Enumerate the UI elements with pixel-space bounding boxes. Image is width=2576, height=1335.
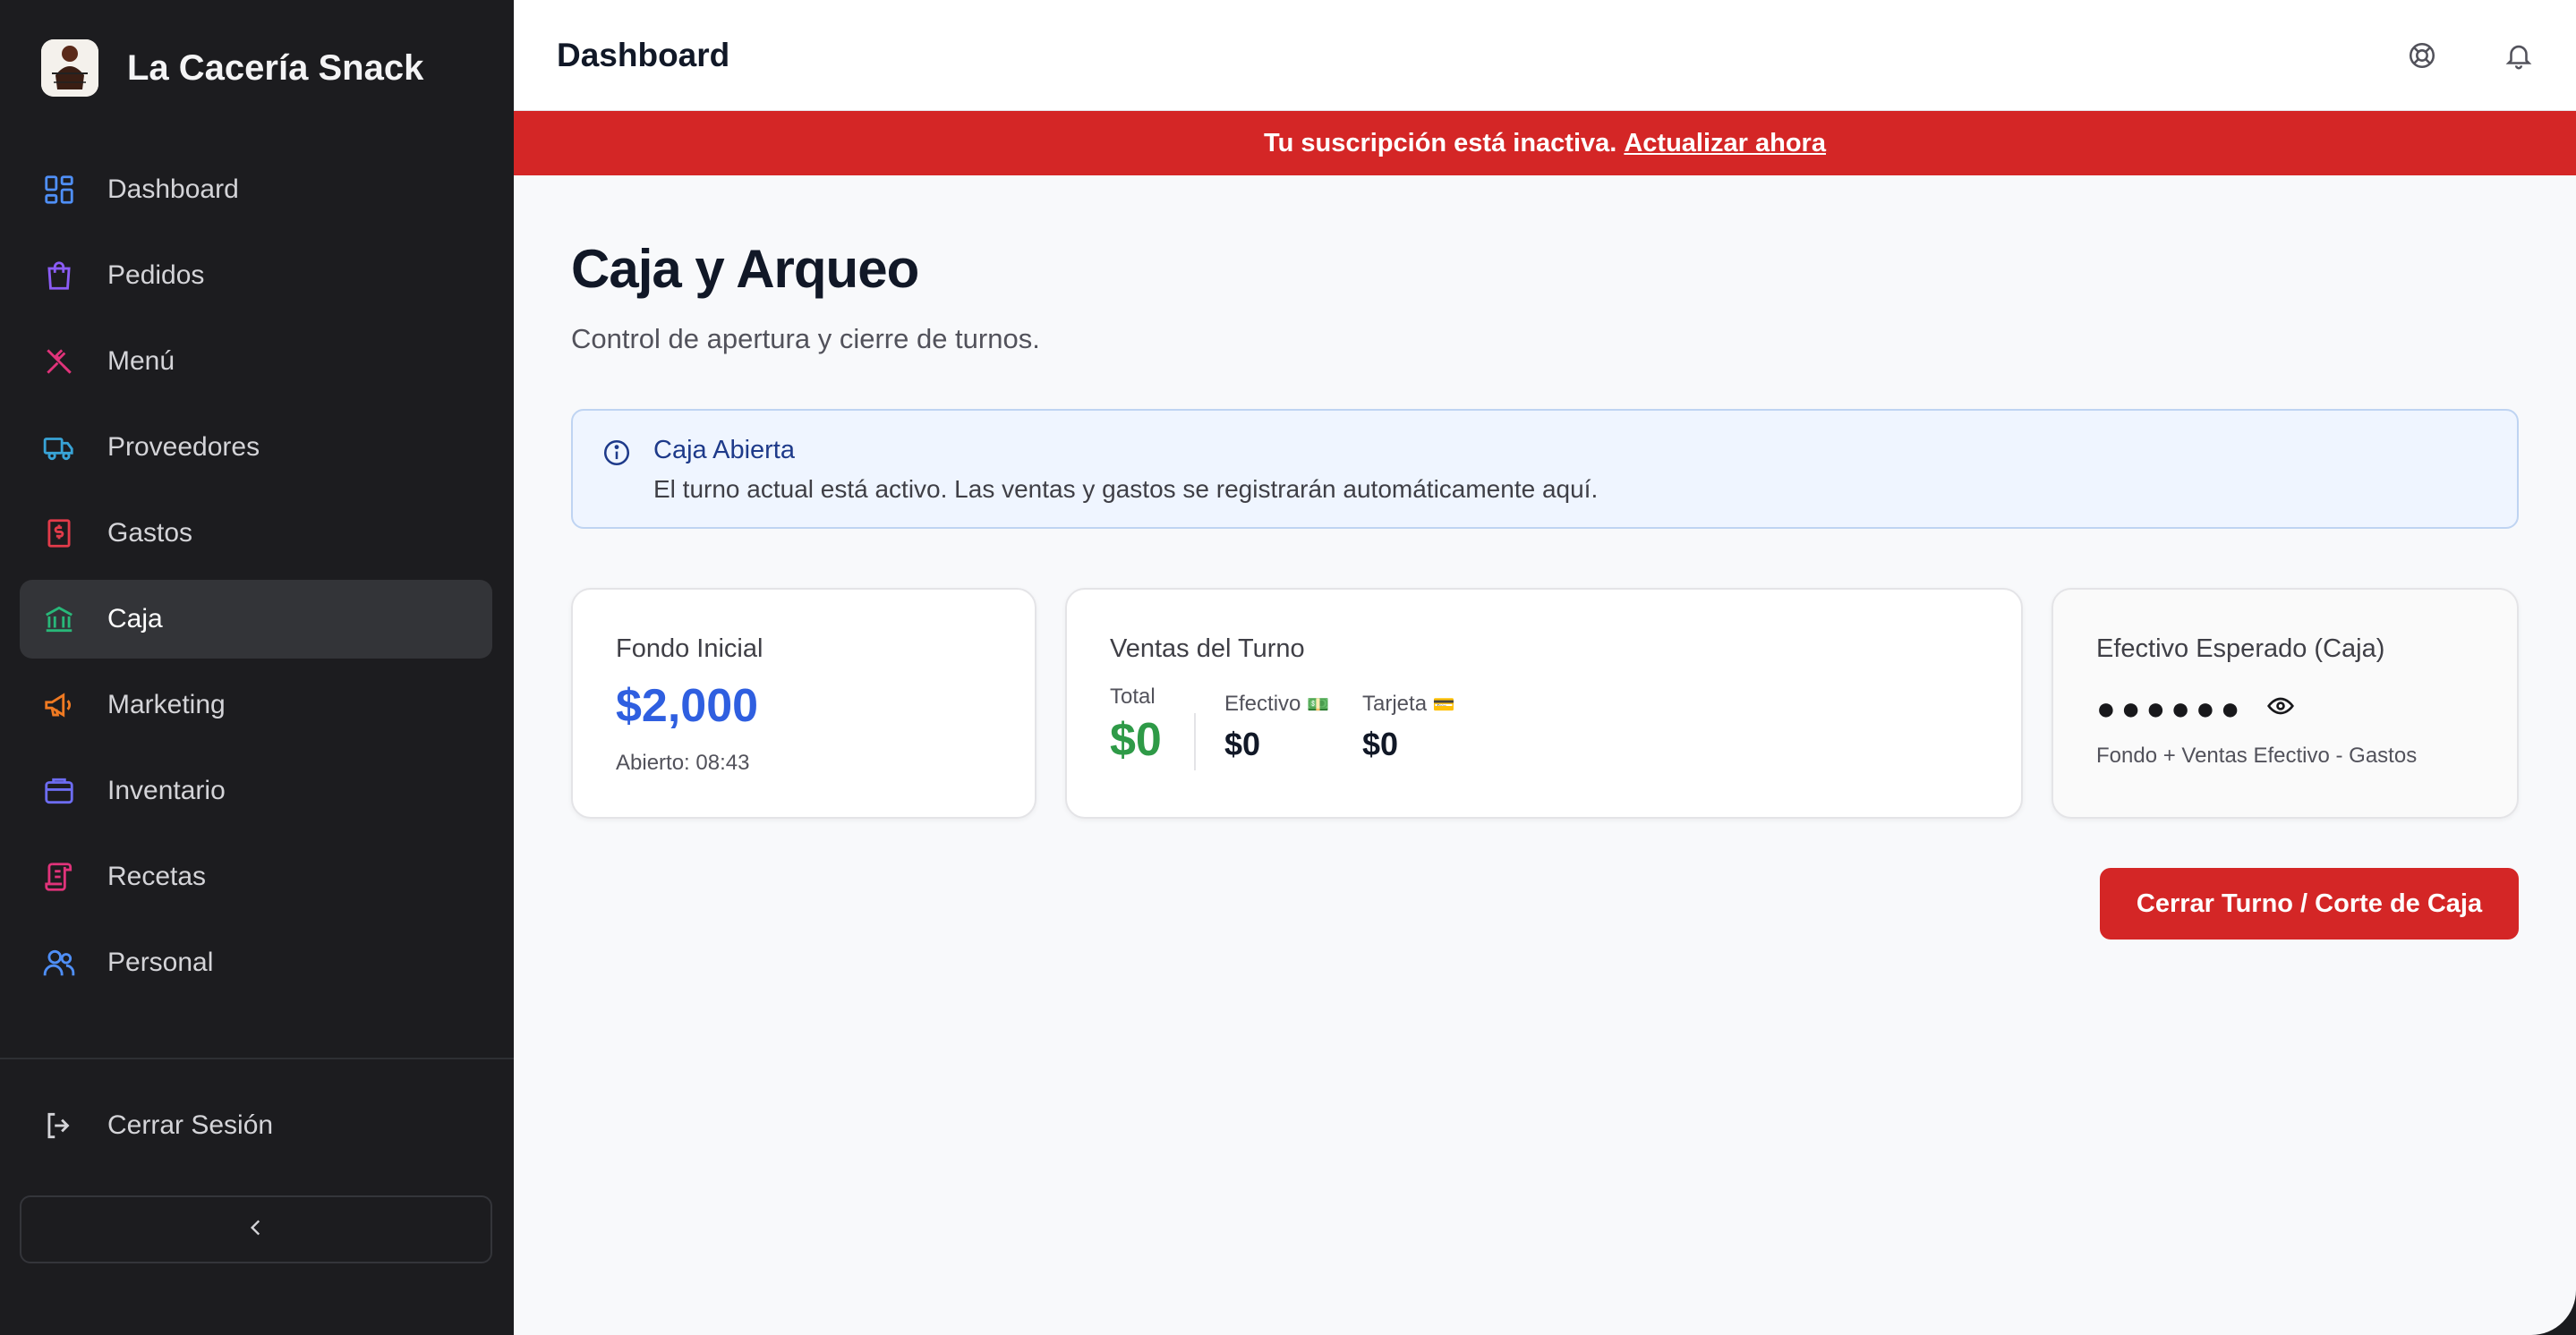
page-subtitle: Control de apertura y cierre de turnos.	[571, 323, 1040, 354]
subscription-banner: Tu suscripción está inactiva. Actualizar…	[514, 111, 2576, 175]
sidebar-item-recetas[interactable]: Recetas	[20, 838, 492, 916]
sidebar-item-proveedores[interactable]: Proveedores	[20, 408, 492, 487]
page-header-title: Dashboard	[557, 36, 730, 73]
ventas-turno-card: Ventas del Turno Total $0 Efectivo 💵 $0 …	[1065, 588, 2023, 819]
banner-text: Tu suscripción está inactiva.	[1264, 128, 1617, 157]
sidebar-item-dashboard[interactable]: Dashboard	[20, 150, 492, 229]
close-shift-button[interactable]: Cerrar Turno / Corte de Caja	[2100, 868, 2519, 940]
tarjeta-value: $0	[1362, 726, 1399, 762]
fondo-inicial-card: Fondo Inicial $2,000 Abierto: 08:43	[571, 588, 1036, 819]
update-now-link[interactable]: Actualizar ahora	[1624, 129, 1826, 158]
collapse-sidebar-button[interactable]	[20, 1195, 492, 1263]
logout-label: Cerrar Sesión	[107, 1110, 274, 1140]
logout-button[interactable]: Cerrar Sesión	[20, 1086, 492, 1165]
truck-icon	[41, 429, 77, 465]
sidebar: La Cacería Snack Dashboard Pedidos Menú	[0, 0, 514, 1335]
info-icon	[601, 438, 632, 472]
utensils-icon	[41, 344, 77, 379]
caja-status-alert: Caja Abierta El turno actual está activo…	[571, 409, 2519, 529]
brand-name: La Cacería Snack	[127, 47, 424, 88]
sidebar-item-label: Pedidos	[107, 260, 205, 290]
card-label: Ventas del Turno	[1110, 634, 1305, 663]
masked-value: ●●●●●●	[2096, 690, 2246, 727]
sidebar-item-marketing[interactable]: Marketing	[20, 666, 492, 744]
brand[interactable]: La Cacería Snack	[41, 39, 423, 97]
bank-icon	[41, 601, 77, 637]
page-content: Caja y Arqueo Control de apertura y cier…	[571, 175, 2519, 940]
sidebar-item-label: Gastos	[107, 518, 193, 548]
logout-icon	[41, 1108, 77, 1144]
efectivo-block: Efectivo 💵 $0	[1224, 692, 1329, 763]
sidebar-item-label: Menú	[107, 346, 175, 376]
sidebar-item-gastos[interactable]: Gastos	[20, 494, 492, 573]
topbar: Dashboard	[514, 0, 2576, 111]
total-label: Total	[1110, 685, 1156, 709]
grid-icon	[41, 172, 77, 208]
chevron-left-icon	[244, 1216, 268, 1244]
total-value: $0	[1110, 714, 1162, 766]
tarjeta-block: Tarjeta 💳 $0	[1362, 692, 1455, 763]
sidebar-item-label: Dashboard	[107, 174, 239, 204]
sidebar-item-personal[interactable]: Personal	[20, 923, 492, 1002]
sidebar-item-menu[interactable]: Menú	[20, 322, 492, 401]
credit-card-icon: 💳	[1432, 695, 1455, 715]
bell-icon[interactable]	[2501, 38, 2537, 73]
efectivo-label: Efectivo	[1224, 692, 1301, 716]
sidebar-item-label: Personal	[107, 948, 214, 977]
megaphone-icon	[41, 687, 77, 723]
tarjeta-label: Tarjeta	[1362, 692, 1428, 716]
app-window: La Cacería Snack Dashboard Pedidos Menú	[0, 0, 2576, 1335]
sidebar-item-inventario[interactable]: Inventario	[20, 752, 492, 830]
alert-text: El turno actual está activo. Las ventas …	[653, 475, 1599, 503]
sidebar-item-label: Proveedores	[107, 432, 260, 462]
shopping-bag-icon	[41, 258, 77, 293]
logout-section: Cerrar Sesión	[20, 1086, 492, 1172]
card-label: Efectivo Esperado (Caja)	[2096, 634, 2385, 663]
lifebuoy-icon[interactable]	[2404, 38, 2440, 73]
sidebar-item-pedidos[interactable]: Pedidos	[20, 236, 492, 315]
restaurant-logo	[41, 39, 98, 97]
sidebar-item-label: Caja	[107, 604, 163, 633]
efectivo-value: $0	[1224, 726, 1261, 762]
sidebar-item-label: Marketing	[107, 690, 226, 719]
sidebar-divider	[0, 1058, 514, 1059]
sidebar-item-label: Recetas	[107, 862, 207, 891]
summary-cards: Fondo Inicial $2,000 Abierto: 08:43 Vent…	[571, 588, 2519, 821]
receipt-icon	[41, 515, 77, 551]
users-icon	[41, 945, 77, 981]
box-icon	[41, 773, 77, 809]
fondo-value: $2,000	[616, 680, 759, 732]
eye-icon[interactable]	[2266, 692, 2295, 725]
cash-icon: 💵	[1307, 695, 1329, 715]
total-block: Total $0	[1110, 685, 1162, 767]
efectivo-esperado-card: Efectivo Esperado (Caja) ●●●●●● Fondo + …	[2051, 588, 2519, 819]
sidebar-item-label: Inventario	[107, 776, 226, 805]
topbar-actions	[2404, 38, 2537, 73]
opened-time: Abierto: 08:43	[616, 751, 750, 775]
sidebar-item-caja[interactable]: Caja	[20, 580, 492, 659]
page-title: Caja y Arqueo	[571, 239, 919, 299]
card-label: Fondo Inicial	[616, 634, 763, 663]
vertical-divider	[1194, 713, 1196, 770]
main-area: Dashboard Tu suscripción está inactiva. …	[514, 0, 2576, 1335]
sidebar-nav: Dashboard Pedidos Menú Proveedores Gasto…	[20, 150, 492, 1009]
formula-text: Fondo + Ventas Efectivo - Gastos	[2096, 744, 2418, 768]
scroll-icon	[41, 859, 77, 895]
alert-title: Caja Abierta	[653, 436, 795, 464]
